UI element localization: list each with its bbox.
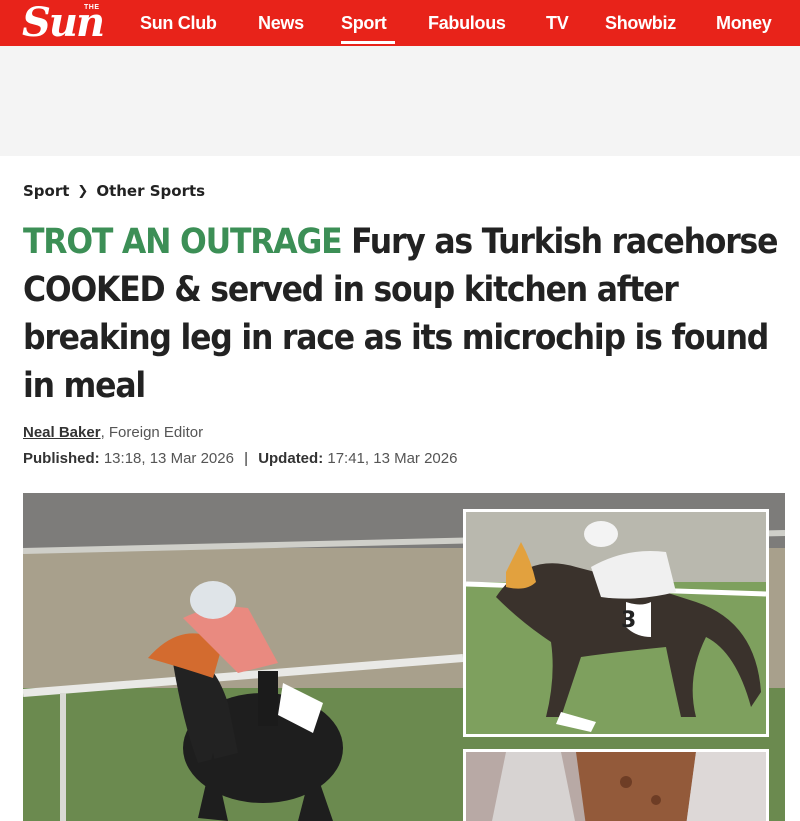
- article-headline: TROT AN OUTRAGE Fury as Turkish racehors…: [23, 218, 788, 410]
- article-dates: Published: 13:18, 13 Mar 2026 | Updated:…: [23, 450, 457, 467]
- nav-item-showbiz[interactable]: Showbiz: [605, 0, 716, 46]
- main-nav: Sun Club News Sport Fabulous TV Showbiz …: [140, 0, 786, 46]
- byline: Neal Baker, Foreign Editor: [23, 424, 203, 441]
- nav-item-tv[interactable]: TV: [546, 0, 605, 46]
- advertisement-slot: [0, 46, 800, 156]
- logo-the: THE: [84, 4, 100, 11]
- nav-item-sun-club[interactable]: Sun Club: [140, 0, 258, 46]
- author-link[interactable]: Neal Baker: [23, 424, 101, 441]
- published-date: 13:18, 13 Mar 2026: [103, 450, 234, 467]
- headline-kicker: TROT AN OUTRAGE: [23, 222, 343, 262]
- nav-item-money[interactable]: Money: [716, 0, 786, 46]
- inset-racehorse-image: 3: [463, 509, 769, 737]
- published-label: Published:: [23, 450, 100, 467]
- date-divider: |: [244, 450, 249, 467]
- article-image-collage[interactable]: 3: [23, 493, 785, 821]
- author-role: , Foreign Editor: [100, 424, 204, 441]
- saddle-cloth-number: 3: [621, 608, 636, 633]
- updated-label: Updated:: [258, 450, 324, 467]
- chevron-right-icon: ❯: [77, 183, 89, 199]
- top-navigation-bar: Sun THE Sun Club News Sport Fabulous TV …: [0, 0, 800, 46]
- updated-date: 17:41, 13 Mar 2026: [327, 450, 458, 467]
- nav-item-fabulous[interactable]: Fabulous: [428, 0, 546, 46]
- inset-meal-image: [463, 749, 769, 821]
- breadcrumb-other-sports[interactable]: Other Sports: [96, 182, 205, 200]
- the-sun-logo[interactable]: Sun THE: [22, 2, 132, 44]
- breadcrumb: Sport ❯ Other Sports: [23, 182, 205, 200]
- nav-item-sport[interactable]: Sport: [341, 0, 395, 46]
- nav-item-news[interactable]: News: [258, 0, 341, 46]
- breadcrumb-sport[interactable]: Sport: [23, 182, 69, 200]
